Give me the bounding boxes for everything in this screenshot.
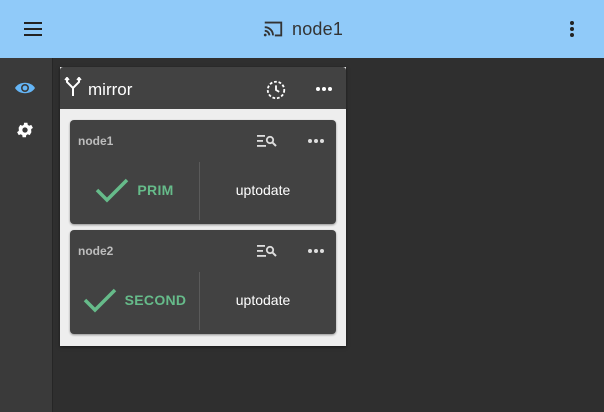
node-card-node1: node1 PRIM uptodate [70,120,336,224]
node-role-group: PRIM [70,170,199,210]
eye-icon [15,82,35,94]
more-horiz-icon [316,87,332,91]
node-disk-state: uptodate [235,292,291,308]
node-inspect-button[interactable] [256,242,278,260]
more-vert-icon [570,21,574,37]
hamburger-menu-icon [24,22,42,36]
node-role-group: SECOND [70,280,199,320]
node-inspect-button[interactable] [256,132,278,150]
app-more-button[interactable] [562,18,582,40]
sidebar [0,58,53,412]
history-button[interactable] [264,78,288,102]
checkmark-icon [96,178,129,203]
app-title-group: node1 [262,16,343,42]
panel-title: mirror [88,80,133,99]
app-title: node1 [292,18,344,39]
fork-icon [64,77,82,96]
checkmark-icon [83,288,116,313]
node-name: node2 [78,244,114,258]
list-search-icon [257,245,277,257]
more-horiz-icon [308,139,324,143]
node-disk-state: uptodate [235,182,291,198]
resource-panel: mirror node1 PRIM uptodate node2 SECOND … [60,67,346,346]
top-app-bar: node1 [0,0,604,58]
gear-icon [17,122,33,138]
node-card-node2: node2 SECOND uptodate [70,230,336,334]
node-more-button[interactable] [304,132,328,150]
sidebar-item-view[interactable] [12,75,38,101]
panel-header: mirror [60,67,346,109]
node-role: PRIM [137,182,174,198]
sidebar-item-settings[interactable] [12,117,38,143]
history-clock-icon [266,80,286,100]
more-horiz-icon [308,249,324,253]
list-search-icon [257,135,277,147]
panel-more-button[interactable] [312,79,336,99]
menu-button[interactable] [22,19,44,39]
node-role: SECOND [124,292,187,308]
node-name: node1 [78,134,114,148]
node-more-button[interactable] [304,242,328,260]
cast-icon [263,21,283,37]
